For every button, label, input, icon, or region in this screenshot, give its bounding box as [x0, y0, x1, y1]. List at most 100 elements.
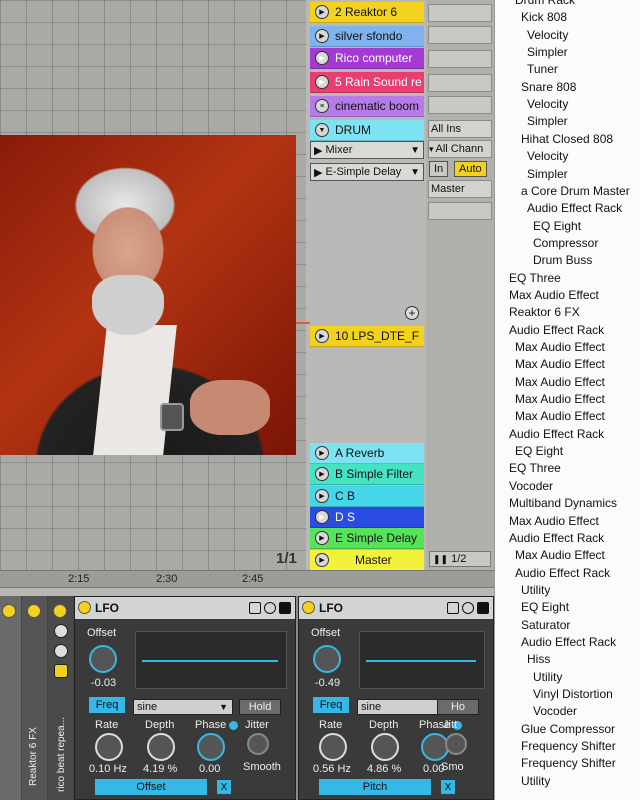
settings-icon[interactable]: [264, 602, 276, 614]
return-track-header[interactable]: ▶ B Simple Filter: [310, 464, 424, 485]
track-header[interactable]: ▶ 2 Reaktor 6: [310, 2, 424, 23]
menu-item[interactable]: Utility: [521, 582, 550, 598]
rate-knob[interactable]: [95, 733, 123, 761]
menu-item[interactable]: EQ Three: [509, 460, 561, 476]
hold-button[interactable]: Hold: [239, 699, 281, 715]
key-map-icon[interactable]: [54, 664, 68, 678]
menu-item[interactable]: Multiband Dynamics: [509, 495, 617, 511]
menu-item[interactable]: Audio Effect Rack: [509, 530, 604, 546]
play-icon[interactable]: ▶: [315, 446, 329, 460]
return-track-header[interactable]: ▶ C B: [310, 486, 424, 507]
clip-slot[interactable]: [428, 74, 492, 92]
menu-item[interactable]: Max Audio Effect: [515, 408, 605, 424]
clip-slot[interactable]: [428, 202, 492, 220]
jitter-knob[interactable]: [445, 733, 467, 755]
play-icon[interactable]: ▶: [315, 75, 329, 89]
return-track-header[interactable]: ▶ D S: [310, 507, 424, 528]
output-select[interactable]: Master: [428, 180, 492, 198]
reaktor-device-strip[interactable]: Reaktor 6 FX: [22, 596, 48, 800]
track-header[interactable]: ▼ DRUM: [310, 120, 424, 141]
menu-item[interactable]: Utility: [533, 669, 562, 685]
return-track-header[interactable]: ▶ E Simple Delay: [310, 528, 424, 549]
waveform-select[interactable]: sine ▼: [133, 699, 233, 715]
power-icon[interactable]: [2, 604, 16, 618]
rack-device-strip[interactable]: rico beat repea...: [48, 596, 74, 800]
menu-item[interactable]: Saturator: [521, 617, 570, 633]
hot-swap-icon[interactable]: [477, 602, 489, 614]
track-header[interactable]: ▶ silver sfondo: [310, 26, 424, 47]
power-icon[interactable]: [302, 601, 315, 614]
menu-item[interactable]: Vocoder: [533, 703, 577, 719]
freq-mode-button[interactable]: Freq: [89, 697, 125, 713]
map-target-button[interactable]: Offset: [95, 779, 207, 795]
play-icon[interactable]: ▶: [315, 489, 329, 503]
menu-item[interactable]: a Core Drum Master: [521, 183, 630, 199]
menu-item[interactable]: EQ Eight: [521, 599, 569, 615]
phase-knob[interactable]: [197, 733, 225, 761]
rate-knob[interactable]: [319, 733, 347, 761]
macro-icon[interactable]: [54, 644, 68, 658]
play-icon[interactable]: ▶: [315, 553, 329, 567]
master-ratio[interactable]: ❚❚ 1/2: [429, 551, 491, 567]
freq-mode-button[interactable]: Freq: [313, 697, 349, 713]
menu-item[interactable]: Max Audio Effect: [515, 391, 605, 407]
menu-item[interactable]: Audio Effect Rack: [509, 426, 604, 442]
power-icon[interactable]: [53, 604, 67, 618]
menu-item[interactable]: Frequency Shifter: [521, 755, 616, 771]
menu-item[interactable]: Audio Effect Rack: [515, 565, 610, 581]
lfo-title-bar[interactable]: LFO: [75, 597, 295, 619]
menu-item[interactable]: Reaktor 6 FX: [509, 304, 580, 320]
menu-item[interactable]: Max Audio Effect: [509, 287, 599, 303]
menu-item[interactable]: Glue Compressor: [521, 721, 615, 737]
monitor-auto-button[interactable]: Auto: [454, 161, 487, 177]
return-track-header[interactable]: ▶ A Reverb: [310, 443, 424, 464]
play-icon[interactable]: ▶: [315, 5, 329, 19]
menu-item[interactable]: Frequency Shifter: [521, 738, 616, 754]
jitter-knob[interactable]: [247, 733, 269, 755]
depth-knob[interactable]: [371, 733, 399, 761]
menu-item[interactable]: Vocoder: [509, 478, 553, 494]
offset-knob[interactable]: [89, 645, 117, 673]
menu-item[interactable]: Velocity: [527, 27, 568, 43]
menu-item[interactable]: Vinyl Distortion: [533, 686, 613, 702]
play-icon[interactable]: ▶: [315, 329, 329, 343]
menu-item[interactable]: Audio Effect Rack: [521, 634, 616, 650]
clip-slot[interactable]: [428, 50, 492, 68]
menu-item[interactable]: Max Audio Effect: [515, 547, 605, 563]
menu-item[interactable]: Max Audio Effect: [515, 339, 605, 355]
offset-knob[interactable]: [313, 645, 341, 673]
map-target-button[interactable]: Pitch: [319, 779, 431, 795]
track-header[interactable]: ▶ Rico computer: [310, 48, 424, 69]
play-icon[interactable]: ▶: [315, 531, 329, 545]
menu-icon[interactable]: ≡: [315, 99, 329, 113]
input-type-select[interactable]: All Ins: [428, 120, 492, 138]
clip-slot[interactable]: [428, 96, 492, 114]
lfo-title-bar[interactable]: LFO: [299, 597, 493, 619]
chain-icon[interactable]: [54, 624, 68, 638]
chevron-down-icon[interactable]: ▼: [315, 123, 329, 137]
add-device-icon[interactable]: +: [405, 306, 419, 320]
drum-device-mixer[interactable]: ▶ Mixer ▼: [310, 141, 424, 159]
track-header[interactable]: ▶ 5 Rain Sound re: [310, 72, 424, 93]
menu-item[interactable]: EQ Three: [509, 270, 561, 286]
master-track-header[interactable]: ▶ Master: [310, 550, 424, 571]
menu-item[interactable]: Kick 808: [521, 9, 567, 25]
power-icon[interactable]: [78, 601, 91, 614]
track-header[interactable]: ≡ cinematic boom: [310, 96, 424, 117]
unmap-button[interactable]: X: [217, 780, 231, 794]
menu-item[interactable]: Drum Rack: [515, 0, 575, 8]
depth-knob[interactable]: [147, 733, 175, 761]
menu-item[interactable]: EQ Eight: [515, 443, 563, 459]
monitor-in-button[interactable]: In: [429, 161, 449, 177]
menu-item[interactable]: Max Audio Effect: [515, 356, 605, 372]
track-header[interactable]: ▶ 10 LPS_DTE_F: [310, 326, 424, 347]
timeline-ruler[interactable]: 2:15 2:30 2:45: [0, 570, 494, 588]
menu-item[interactable]: Simpler: [527, 113, 568, 129]
menu-item[interactable]: Tuner: [527, 61, 558, 77]
menu-item[interactable]: Snare 808: [521, 79, 576, 95]
menu-item[interactable]: Drum Buss: [533, 252, 592, 268]
power-icon[interactable]: [27, 604, 41, 618]
clip-slot[interactable]: [428, 26, 492, 44]
hot-swap-icon[interactable]: [279, 602, 291, 614]
play-icon[interactable]: ▶: [315, 29, 329, 43]
